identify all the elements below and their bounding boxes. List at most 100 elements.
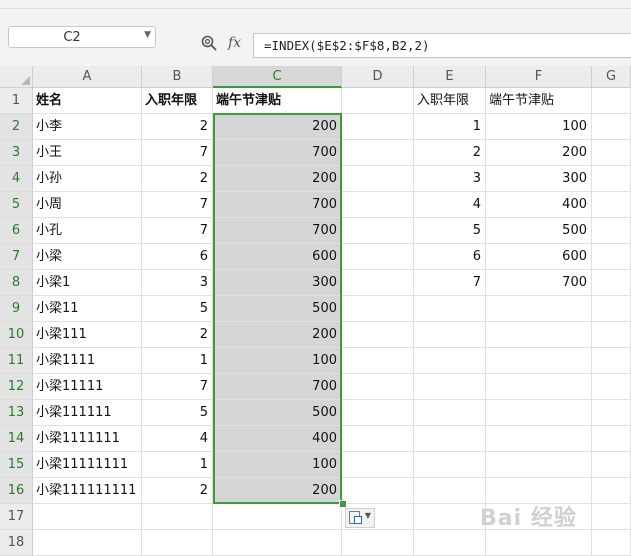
row-header[interactable]: 5 [0, 192, 33, 218]
chevron-down-icon[interactable]: ▼ [144, 30, 151, 40]
empty-cell[interactable] [592, 504, 631, 530]
name-cell[interactable]: 小周 [33, 192, 142, 218]
empty-cell[interactable] [414, 400, 486, 426]
empty-cell[interactable] [414, 374, 486, 400]
years-cell[interactable]: 6 [142, 244, 213, 270]
allowance-cell[interactable]: 700 [213, 374, 342, 400]
paste-options-button[interactable]: ▼ [345, 508, 375, 528]
years-cell[interactable]: 2 [142, 166, 213, 192]
years-cell[interactable]: 1 [142, 348, 213, 374]
row-header[interactable]: 14 [0, 426, 33, 452]
allowance-cell[interactable]: 400 [213, 426, 342, 452]
row-header[interactable]: 13 [0, 400, 33, 426]
row-header[interactable]: 18 [0, 530, 33, 556]
allowance-cell[interactable]: 300 [213, 270, 342, 296]
zoom-icon[interactable] [200, 34, 218, 52]
years-cell[interactable]: 7 [142, 374, 213, 400]
lookup-allowance-cell[interactable]: 400 [486, 192, 592, 218]
lookup-allowance-cell[interactable]: 100 [486, 114, 592, 140]
empty-cell[interactable] [414, 426, 486, 452]
empty-cell[interactable] [592, 322, 631, 348]
empty-cell[interactable] [342, 244, 414, 270]
lookup-allowance-cell[interactable]: 300 [486, 166, 592, 192]
name-cell[interactable]: 小梁111111 [33, 400, 142, 426]
empty-cell[interactable] [342, 348, 414, 374]
name-box[interactable]: C2 ▼ [8, 26, 156, 48]
empty-cell[interactable] [592, 218, 631, 244]
empty-cell[interactable] [592, 452, 631, 478]
empty-cell[interactable] [414, 296, 486, 322]
empty-cell[interactable] [592, 426, 631, 452]
years-cell[interactable]: 7 [142, 218, 213, 244]
allowance-cell[interactable]: 100 [213, 348, 342, 374]
row-header[interactable]: 8 [0, 270, 33, 296]
empty-cell[interactable] [592, 478, 631, 504]
empty-cell[interactable] [342, 192, 414, 218]
allowance-cell[interactable]: 700 [213, 140, 342, 166]
empty-cell[interactable] [414, 530, 486, 556]
years-cell[interactable]: 5 [142, 400, 213, 426]
empty-cell[interactable] [342, 374, 414, 400]
name-cell[interactable]: 小王 [33, 140, 142, 166]
empty-cell[interactable] [142, 530, 213, 556]
column-header-d[interactable]: D [342, 66, 414, 88]
empty-cell[interactable] [33, 504, 142, 530]
allowance-cell[interactable]: 200 [213, 478, 342, 504]
row-header[interactable]: 15 [0, 452, 33, 478]
column-header-f[interactable]: F [486, 66, 592, 88]
row-header[interactable]: 6 [0, 218, 33, 244]
name-cell[interactable]: 小梁11 [33, 296, 142, 322]
empty-cell[interactable] [342, 478, 414, 504]
fill-handle[interactable] [339, 500, 347, 508]
column-header-c[interactable]: C [213, 66, 342, 88]
header-cell[interactable]: 端午节津贴 [486, 88, 592, 114]
empty-cell[interactable] [592, 244, 631, 270]
empty-cell[interactable] [342, 426, 414, 452]
empty-cell[interactable] [342, 296, 414, 322]
row-header[interactable]: 7 [0, 244, 33, 270]
empty-cell[interactable] [486, 296, 592, 322]
empty-cell[interactable] [342, 114, 414, 140]
name-cell[interactable]: 小梁111 [33, 322, 142, 348]
empty-cell[interactable] [592, 114, 631, 140]
allowance-cell[interactable]: 100 [213, 452, 342, 478]
function-icon[interactable]: fx [228, 35, 241, 51]
row-header[interactable]: 3 [0, 140, 33, 166]
row-header[interactable]: 16 [0, 478, 33, 504]
lookup-years-cell[interactable]: 2 [414, 140, 486, 166]
empty-cell[interactable] [486, 530, 592, 556]
empty-cell[interactable] [592, 166, 631, 192]
lookup-allowance-cell[interactable]: 200 [486, 140, 592, 166]
empty-cell[interactable] [142, 504, 213, 530]
lookup-years-cell[interactable]: 6 [414, 244, 486, 270]
empty-cell[interactable] [414, 322, 486, 348]
header-cell[interactable]: 端午节津贴 [213, 88, 342, 114]
column-header-a[interactable]: A [33, 66, 142, 88]
formula-input[interactable]: =INDEX($E$2:$F$8,B2,2) [253, 33, 631, 58]
allowance-cell[interactable]: 500 [213, 296, 342, 322]
empty-cell[interactable] [414, 348, 486, 374]
years-cell[interactable]: 3 [142, 270, 213, 296]
name-cell[interactable]: 小梁111111111 [33, 478, 142, 504]
empty-cell[interactable] [592, 88, 631, 114]
empty-cell[interactable] [342, 400, 414, 426]
empty-cell[interactable] [592, 374, 631, 400]
allowance-cell[interactable]: 500 [213, 400, 342, 426]
allowance-cell[interactable]: 200 [213, 114, 342, 140]
years-cell[interactable]: 1 [142, 452, 213, 478]
row-header[interactable]: 2 [0, 114, 33, 140]
empty-cell[interactable] [486, 452, 592, 478]
years-cell[interactable]: 4 [142, 426, 213, 452]
lookup-years-cell[interactable]: 3 [414, 166, 486, 192]
name-cell[interactable]: 小孙 [33, 166, 142, 192]
lookup-allowance-cell[interactable]: 700 [486, 270, 592, 296]
lookup-years-cell[interactable]: 5 [414, 218, 486, 244]
empty-cell[interactable] [592, 400, 631, 426]
name-cell[interactable]: 小梁 [33, 244, 142, 270]
empty-cell[interactable] [592, 530, 631, 556]
name-cell[interactable]: 小梁1 [33, 270, 142, 296]
row-header[interactable]: 11 [0, 348, 33, 374]
years-cell[interactable]: 7 [142, 192, 213, 218]
empty-cell[interactable] [213, 530, 342, 556]
header-cell[interactable]: 入职年限 [142, 88, 213, 114]
